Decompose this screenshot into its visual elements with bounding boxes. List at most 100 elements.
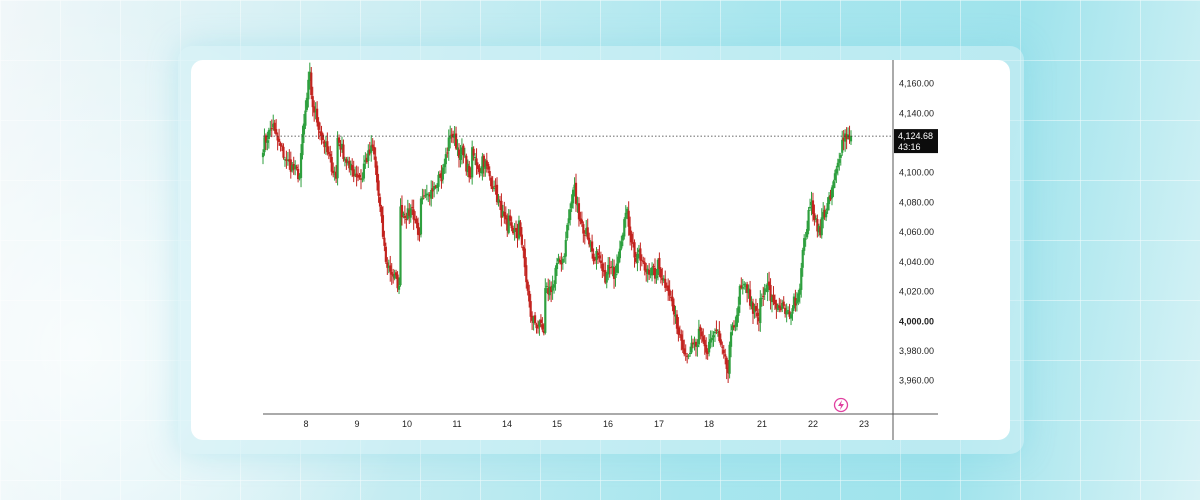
- candle-body: [789, 314, 793, 319]
- candle-body: [361, 178, 364, 180]
- candle-body: [437, 174, 440, 187]
- candle: [485, 152, 488, 173]
- candle: [283, 156, 287, 167]
- candle: [433, 182, 436, 198]
- candle-body: [725, 357, 728, 370]
- candle-body: [735, 314, 739, 327]
- candle-body: [712, 335, 715, 338]
- candle-body: [754, 305, 758, 311]
- candle-body: [595, 251, 598, 260]
- lightning-icon[interactable]: [833, 397, 849, 413]
- candle-body: [301, 133, 304, 156]
- y-tick-label: 4,020.00: [899, 287, 934, 297]
- candle-body: [261, 152, 265, 158]
- candle: [784, 304, 787, 318]
- candle-body: [554, 267, 557, 284]
- candle-body: [539, 319, 543, 323]
- candle-body: [267, 130, 270, 139]
- candle-body: [277, 138, 281, 142]
- candle-body: [311, 96, 314, 108]
- candle-body: [655, 275, 658, 279]
- x-tick-label: 23: [859, 419, 869, 429]
- candle: [507, 209, 510, 235]
- candle: [370, 135, 373, 162]
- candle-body: [380, 206, 383, 217]
- candle-body: [520, 234, 523, 245]
- candle-body: [405, 218, 408, 220]
- candle: [550, 281, 553, 303]
- candle-body: [488, 171, 491, 177]
- candle-body: [710, 337, 714, 341]
- candle: [595, 247, 598, 270]
- candle-body: [785, 310, 788, 315]
- candle-body: [443, 163, 446, 168]
- candle-body: [402, 213, 405, 216]
- candle-body: [737, 306, 740, 316]
- candle-body: [321, 134, 325, 141]
- candle: [425, 184, 428, 201]
- candle-body: [447, 137, 450, 152]
- y-tick-label: 4,040.00: [899, 257, 934, 267]
- candle-body: [519, 222, 522, 235]
- candle-body: [838, 159, 841, 163]
- candle: [471, 140, 474, 185]
- candle: [513, 223, 516, 241]
- candle-body: [555, 262, 559, 270]
- candle-body: [738, 286, 741, 305]
- candle-body: [412, 209, 415, 220]
- candle-body: [580, 219, 583, 224]
- candle-body: [614, 273, 617, 278]
- candle: [623, 217, 626, 240]
- candle: [610, 260, 613, 275]
- y-tick-label: 4,060.00: [899, 227, 934, 237]
- candle-body: [421, 197, 424, 200]
- y-tick-label: 4,160.00: [899, 79, 934, 89]
- candle-body: [760, 297, 763, 299]
- candle-body: [836, 162, 839, 168]
- candle-body: [275, 129, 278, 135]
- x-tick-label: 11: [452, 419, 461, 429]
- candle-body: [598, 255, 601, 259]
- candle-body: [358, 174, 361, 178]
- candle-body: [510, 222, 513, 229]
- candle-body: [607, 264, 610, 275]
- candle-body: [652, 266, 655, 268]
- candle-body: [618, 248, 621, 259]
- candle-body: [807, 210, 810, 231]
- candle-body: [762, 295, 765, 297]
- candle-body: [444, 154, 447, 165]
- candle: [694, 338, 698, 357]
- candle: [342, 139, 345, 162]
- candle-body: [564, 240, 567, 257]
- candle: [639, 242, 642, 271]
- candle: [454, 126, 458, 151]
- x-tick-label: 21: [757, 419, 767, 429]
- candle-body: [424, 195, 427, 197]
- candle-body: [384, 246, 387, 262]
- candle-body: [642, 261, 645, 263]
- candle: [725, 356, 728, 380]
- candle-body: [841, 139, 844, 153]
- candle-body: [529, 301, 532, 317]
- candle: [519, 219, 522, 237]
- candle-body: [362, 163, 366, 179]
- candle-body: [536, 327, 540, 329]
- candle-body: [756, 312, 759, 317]
- candle-body: [672, 305, 676, 315]
- candle-body: [330, 156, 333, 172]
- candle-body: [541, 324, 544, 330]
- candle: [541, 317, 544, 332]
- x-axis-ticks: 8 9 10 11 14 15 16 17 18 21 22 23: [303, 419, 869, 429]
- candle: [444, 147, 447, 174]
- candle: [430, 180, 433, 207]
- candle-body: [399, 206, 402, 286]
- candle-body: [577, 203, 581, 220]
- candle: [462, 143, 465, 164]
- candle-body: [605, 273, 608, 283]
- candle-body: [456, 147, 459, 150]
- candle-body: [808, 206, 812, 209]
- candle-body: [329, 153, 332, 157]
- candle-body: [724, 354, 727, 357]
- x-tick-label: 10: [402, 419, 412, 429]
- candle-body: [729, 332, 733, 347]
